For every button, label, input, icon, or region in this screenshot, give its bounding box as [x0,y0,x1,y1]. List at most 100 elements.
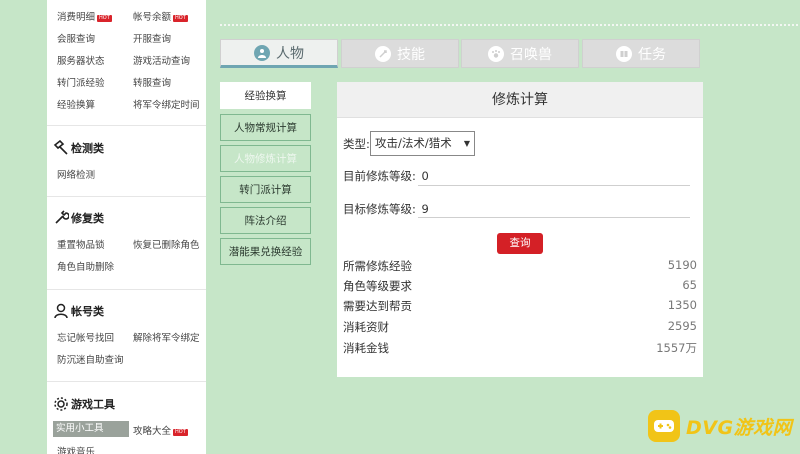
sidebar-divider [47,381,206,382]
result-label: 消耗资财 [343,320,389,334]
type-select[interactable]: 攻击/法术/猎术 ▼ [370,131,475,156]
book-icon [616,45,632,62]
tab-label: 任务 [638,46,666,63]
sidebar [0,0,206,454]
result-row: 所需修炼经验 5190 [343,258,697,274]
sidebar-link-row: 游戏音乐 [57,444,95,454]
hot-badge: HOT [173,429,188,436]
sidebar-link[interactable]: 消费明细 [57,9,95,23]
result-value: 1350 [667,298,697,312]
menu-potential-fruit[interactable]: 潜能果兑换经验 [220,238,311,265]
skill-icon [375,45,391,62]
sidebar-link[interactable]: 服务器状态 [57,53,105,67]
sidebar-link[interactable]: 角色自助删除 [57,259,114,273]
tab-summon[interactable]: 召唤兽 [461,39,579,68]
gamepad-icon [648,410,680,442]
dotted-separator [220,24,798,26]
current-level-label: 目前修炼等级: [343,169,416,183]
paw-icon [488,45,504,62]
sidebar-link[interactable]: 转服查询 [133,75,171,89]
current-level-row: 目前修炼等级: 0 [343,168,429,184]
menu-exp-convert[interactable]: 经验换算 [220,82,311,109]
result-label: 所需修炼经验 [343,259,412,273]
sidebar-divider [47,289,206,290]
sidebar-link-row: 经验换算 将军令绑定时间 [57,97,200,111]
current-level-underline [418,185,690,186]
sidebar-link[interactable]: 经验换算 [57,97,95,111]
result-label: 需要达到帮贡 [343,299,412,313]
sidebar-pane [47,0,206,454]
logo-text: DVG游戏网 [686,416,793,439]
sidebar-divider [47,196,206,197]
type-label: 类型: [343,137,370,151]
result-row: 消耗金钱 1557万 [343,340,697,356]
sidebar-link[interactable]: 将军令绑定时间 [133,97,200,111]
section-account: 帐号类 [53,303,104,319]
wrench-icon [55,210,69,224]
hammer-icon [53,140,68,155]
tab-label: 召唤兽 [510,46,552,63]
menu-char-cultivation[interactable]: 人物修炼计算 [220,145,311,172]
target-level-underline [418,217,690,218]
section-title: 检测类 [71,142,104,155]
result-row: 角色等级要求 65 [343,278,697,294]
sidebar-link[interactable]: 转门派经验 [57,75,105,89]
section-detect: 检测类 [53,140,104,156]
sidebar-link-row: 忘记帐号找回 解除将军令绑定 [57,330,200,344]
tab-label: 技能 [397,46,425,63]
sidebar-gutter [0,0,47,454]
section-repair: 修复类 [53,210,104,226]
section-title: 帐号类 [71,305,104,318]
sidebar-link-row: 重置物品锁 恢复已删除角色 [57,237,200,251]
tab-quest[interactable]: 任务 [582,39,700,68]
result-value: 2595 [667,319,697,333]
sidebar-link-row: 角色自助删除 [57,259,114,273]
menu-formation[interactable]: 阵法介绍 [220,207,311,234]
target-level-row: 目标修炼等级: 9 [343,201,429,217]
sidebar-link[interactable]: 网络检测 [57,167,95,181]
section-title: 修复类 [71,212,104,225]
sidebar-link[interactable]: 恢复已删除角色 [133,237,200,251]
sidebar-link-active[interactable]: 实用小工具 [53,421,129,437]
tab-skill[interactable]: 技能 [341,39,459,68]
result-value: 5190 [667,258,697,272]
dropdown-arrow-icon: ▼ [463,139,470,148]
sidebar-link[interactable]: 帐号余额 [133,9,171,23]
menu-char-normal[interactable]: 人物常规计算 [220,114,311,141]
result-row: 消耗资财 2595 [343,319,697,335]
calc-panel: 修炼计算 类型: 攻击/法术/猎术 ▼ 目前修炼等级: 0 目标修炼等级: 9 … [337,82,703,377]
gear-icon [54,397,68,411]
target-level-label: 目标修炼等级: [343,202,416,216]
sidebar-link[interactable]: 开服查询 [133,31,171,45]
sidebar-link[interactable]: 游戏音乐 [57,444,95,454]
sidebar-link[interactable]: 防沉迷自助查询 [57,352,124,366]
result-label: 角色等级要求 [343,279,412,293]
sidebar-link[interactable]: 会服查询 [57,31,95,45]
tab-character[interactable]: 人物 [220,39,338,68]
sidebar-link-row: 服务器状态 游戏活动查询 [57,53,190,67]
sidebar-link[interactable]: 重置物品锁 [57,237,105,251]
panel-title: 修炼计算 [337,82,703,118]
result-label: 消耗金钱 [343,341,389,355]
user-icon [54,303,68,319]
result-value: 65 [682,278,697,292]
sidebar-link-row: 会服查询 开服查询 [57,31,171,45]
sidebar-divider [47,125,206,126]
hot-badge: HOT [97,15,112,22]
tab-label: 人物 [276,45,304,62]
person-icon [254,44,270,61]
sidebar-link-row: 网络检测 [57,167,95,181]
menu-school-transfer[interactable]: 转门派计算 [220,176,311,203]
target-level-input[interactable]: 9 [422,202,429,216]
sidebar-link-row: 防沉迷自助查询 [57,352,124,366]
sidebar-link[interactable]: 解除将军令绑定 [133,330,200,344]
current-level-input[interactable]: 0 [422,169,429,183]
sidebar-link[interactable]: 忘记帐号找回 [57,330,114,344]
sidebar-link[interactable]: 游戏活动查询 [133,53,190,67]
site-logo: DVG游戏网 [648,410,792,442]
type-select-value: 攻击/法术/猎术 [375,136,452,150]
sidebar-link[interactable]: 攻略大全 [133,423,171,437]
section-tools: 游戏工具 [53,396,115,412]
result-row: 需要达到帮贡 1350 [343,298,697,314]
query-button[interactable]: 查询 [497,233,543,254]
